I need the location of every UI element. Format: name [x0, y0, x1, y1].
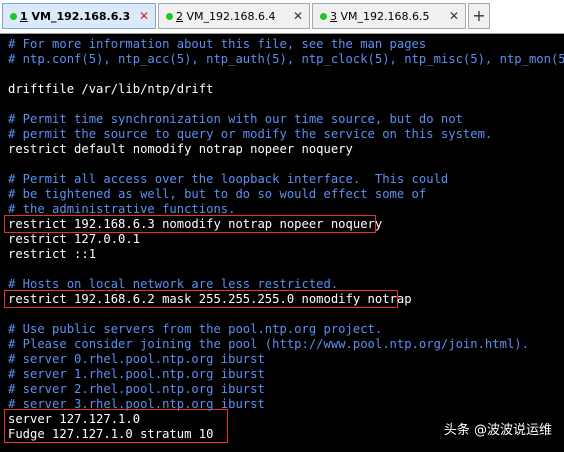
- comment-line: # server 3.rhel.pool.ntp.org iburst: [8, 397, 265, 411]
- session-tab-bar: 1 VM_192.168.6.3 ✕ 2 VM_192.168.6.4 ✕ 3 …: [0, 0, 564, 34]
- connected-status-icon: [166, 13, 173, 20]
- comment-line: # For more information about this file, …: [8, 37, 427, 51]
- config-line: restrict ::1: [8, 247, 97, 261]
- comment-line: # ntp.conf(5), ntp_acc(5), ntp_auth(5), …: [8, 52, 564, 66]
- watermark: 头条 @波波说运维: [443, 423, 552, 438]
- comment-line: # server 2.rhel.pool.ntp.org iburst: [8, 382, 265, 396]
- comment-line: # server 1.rhel.pool.ntp.org iburst: [8, 367, 265, 381]
- connected-status-icon: [10, 13, 17, 20]
- comment-line: # permit the source to query or modify t…: [8, 127, 493, 141]
- comment-line: # be tightened as well, but to do so wou…: [8, 187, 427, 201]
- comment-line: # Please consider joining the pool (http…: [8, 337, 529, 351]
- comment-line: # Permit time synchronization with our t…: [8, 112, 463, 126]
- tab-label: 3 VM_192.168.6.5: [330, 10, 430, 23]
- close-icon[interactable]: ✕: [139, 9, 149, 23]
- connected-status-icon: [320, 13, 327, 20]
- comment-line: # Hosts on local network are less restri…: [8, 277, 339, 291]
- config-line: restrict default nomodify notrap nopeer …: [8, 142, 353, 156]
- comment-line: # Permit all access over the loopback in…: [8, 172, 449, 186]
- config-line: restrict 192.168.6.2 mask 255.255.255.0 …: [8, 292, 412, 306]
- config-line: restrict 127.0.0.1: [8, 232, 141, 246]
- terminal-area[interactable]: # For more information about this file, …: [0, 34, 564, 452]
- tab-label: 2 VM_192.168.6.4: [176, 10, 276, 23]
- tab-vm-192-168-6-4[interactable]: 2 VM_192.168.6.4 ✕: [158, 3, 310, 29]
- close-icon[interactable]: ✕: [293, 9, 303, 23]
- comment-line: # server 0.rhel.pool.ntp.org iburst: [8, 352, 265, 366]
- comment-line: # the administrative functions.: [8, 202, 236, 216]
- config-line: Fudge 127.127.1.0 stratum 10: [8, 427, 214, 441]
- tab-vm-192-168-6-5[interactable]: 3 VM_192.168.6.5 ✕: [312, 3, 466, 29]
- add-tab-button[interactable]: +: [468, 3, 490, 29]
- close-icon[interactable]: ✕: [449, 9, 459, 23]
- tab-vm-192-168-6-3[interactable]: 1 VM_192.168.6.3 ✕: [2, 3, 156, 29]
- comment-line: # Use public servers from the pool.ntp.o…: [8, 322, 383, 336]
- tab-label: 1 VM_192.168.6.3: [20, 10, 131, 23]
- config-line: restrict 192.168.6.3 nomodify notrap nop…: [8, 217, 383, 231]
- config-line: driftfile /var/lib/ntp/drift: [8, 82, 214, 96]
- config-line: server 127.127.1.0: [8, 412, 141, 426]
